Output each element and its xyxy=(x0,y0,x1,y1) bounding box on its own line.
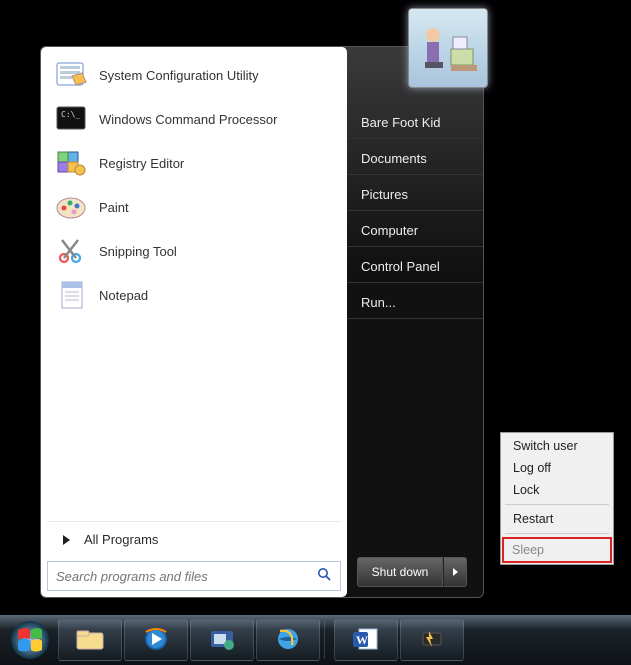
msconfig-icon xyxy=(53,57,89,93)
avatar-image-icon xyxy=(415,15,481,81)
shutdown-menu-item[interactable]: Lock xyxy=(503,479,611,501)
program-item-paint[interactable]: Paint xyxy=(47,185,341,229)
program-item-notepad[interactable]: Notepad xyxy=(47,273,341,317)
cmd-icon: C:\_ xyxy=(53,101,89,137)
regedit-icon xyxy=(53,145,89,181)
start-menu-right-panel: Bare Foot KidDocumentsPicturesComputerCo… xyxy=(347,47,483,597)
snip-icon xyxy=(53,233,89,269)
right-panel-item[interactable]: Control Panel xyxy=(347,247,483,283)
svg-text:C:\_: C:\_ xyxy=(61,110,80,119)
shutdown-options-button[interactable] xyxy=(443,557,467,587)
program-label: Notepad xyxy=(99,288,148,303)
power-icon xyxy=(415,625,449,656)
menu-separator xyxy=(505,504,609,505)
paint-icon xyxy=(53,189,89,225)
triangle-right-icon xyxy=(63,535,70,545)
search-box[interactable] xyxy=(47,561,341,591)
shutdown-options-menu: Switch userLog offLock Restart Sleep xyxy=(500,432,614,565)
sleep-menu-item[interactable]: Sleep xyxy=(502,537,612,563)
shutdown-menu-item[interactable]: Restart xyxy=(503,508,611,530)
start-menu-left-panel: System Configuration Utility C:\_ Windows … xyxy=(41,47,347,597)
menu-item-label: Sleep xyxy=(512,543,544,557)
program-label: Windows Command Processor xyxy=(99,112,277,127)
taskbar-item-unknown[interactable] xyxy=(190,619,254,661)
search-icon[interactable] xyxy=(317,567,332,586)
taskbar-separator xyxy=(324,621,330,659)
program-item-msconfig[interactable]: System Configuration Utility xyxy=(47,53,341,97)
word-icon: W xyxy=(349,625,383,656)
taskbar-item-word[interactable]: W xyxy=(334,619,398,661)
taskbar-item-power[interactable] xyxy=(400,619,464,661)
wmp-icon xyxy=(139,625,173,656)
program-label: Paint xyxy=(99,200,129,215)
right-panel-item[interactable]: Documents xyxy=(347,139,483,175)
triangle-right-icon xyxy=(453,568,458,576)
right-panel-item[interactable]: Pictures xyxy=(347,175,483,211)
start-button[interactable] xyxy=(4,619,56,661)
all-programs-label: All Programs xyxy=(84,532,158,547)
search-input[interactable] xyxy=(56,569,317,584)
taskbar-item-wmp[interactable] xyxy=(124,619,188,661)
user-avatar[interactable] xyxy=(408,8,488,88)
shutdown-label: Shut down xyxy=(372,565,429,579)
shutdown-menu-item[interactable]: Log off xyxy=(503,457,611,479)
taskbar-item-ie[interactable] xyxy=(256,619,320,661)
program-label: System Configuration Utility xyxy=(99,68,259,83)
unknown-icon xyxy=(205,625,239,656)
program-item-snip[interactable]: Snipping Tool xyxy=(47,229,341,273)
program-label: Snipping Tool xyxy=(99,244,177,259)
program-item-cmd[interactable]: C:\_ Windows Command Processor xyxy=(47,97,341,141)
program-label: Registry Editor xyxy=(99,156,184,171)
notepad-icon xyxy=(53,277,89,313)
menu-separator xyxy=(505,533,609,534)
windows-logo-icon xyxy=(10,620,50,660)
all-programs-button[interactable]: All Programs xyxy=(47,521,341,557)
taskbar-item-explorer[interactable] xyxy=(58,619,122,661)
shutdown-row: Shut down xyxy=(357,557,467,587)
explorer-icon xyxy=(73,625,107,656)
right-panel-item[interactable]: Bare Foot Kid xyxy=(347,103,483,139)
right-panel-item[interactable]: Computer xyxy=(347,211,483,247)
taskbar: W xyxy=(0,615,631,665)
shutdown-menu-item[interactable]: Switch user xyxy=(503,435,611,457)
program-item-regedit[interactable]: Registry Editor xyxy=(47,141,341,185)
right-panel-item[interactable]: Run... xyxy=(347,283,483,319)
program-list: System Configuration Utility C:\_ Windows … xyxy=(47,53,341,517)
shutdown-button[interactable]: Shut down xyxy=(357,557,443,587)
ie-icon xyxy=(271,625,305,656)
svg-text:W: W xyxy=(356,633,368,647)
start-menu: System Configuration Utility C:\_ Windows … xyxy=(40,46,484,598)
